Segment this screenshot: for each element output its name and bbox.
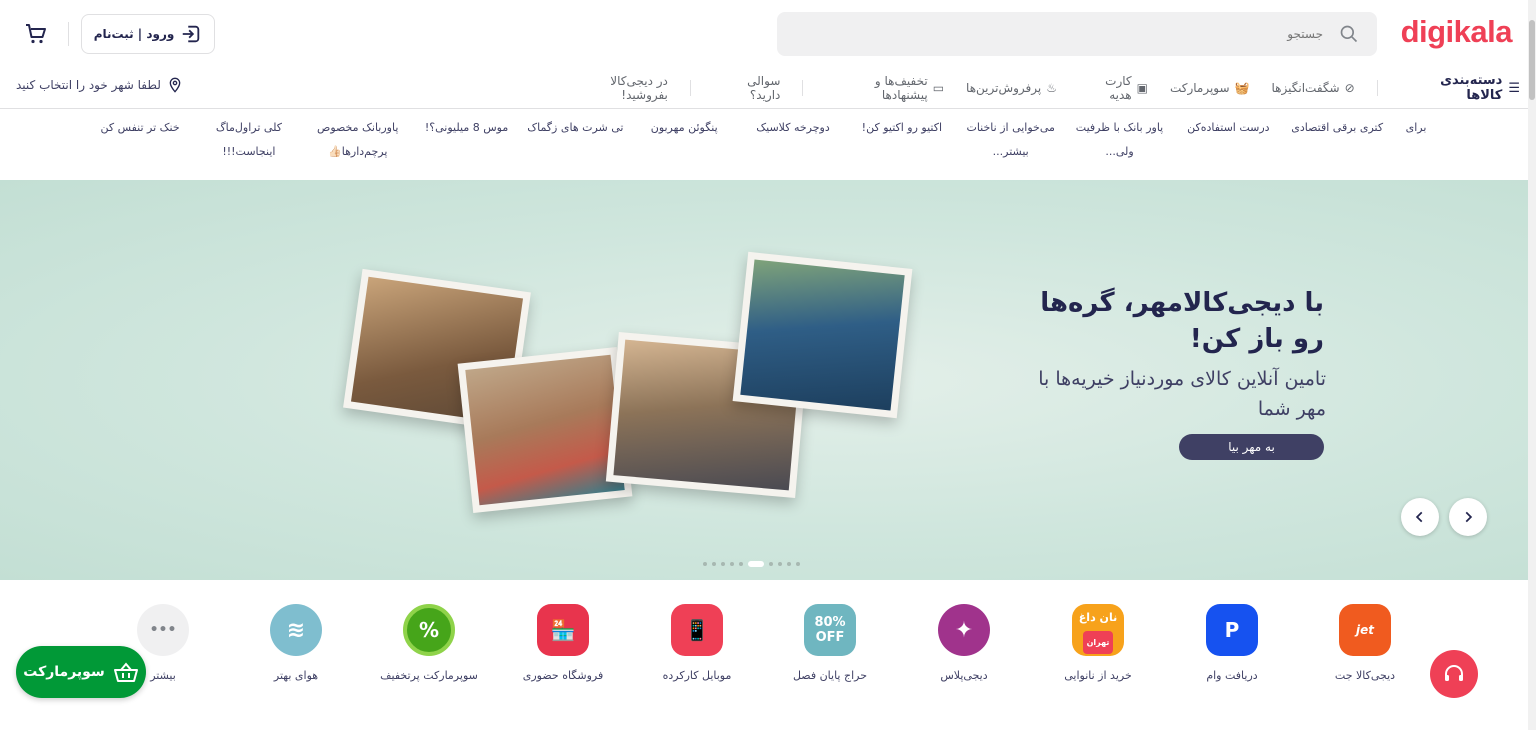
- digiplus-icon: ✦: [938, 604, 990, 656]
- carousel-dot[interactable]: [712, 562, 716, 566]
- service-loan[interactable]: P دریافت وام: [1182, 604, 1282, 687]
- stories-row: خنک تر تنفس کن کلی تراول‌ماگ اینجاست!!! …: [90, 116, 1436, 172]
- carousel-dots: [703, 561, 800, 567]
- page-scrollbar[interactable]: [1528, 0, 1536, 730]
- carousel-dot[interactable]: [730, 562, 734, 566]
- nav-divider: [802, 80, 804, 96]
- hero-subtitle: تامین آنلاین کالای موردنیاز خیریه‌ها با …: [1038, 368, 1326, 420]
- service-jet[interactable]: jet دیجی‌کالا جت: [1315, 604, 1415, 687]
- nav-divider: [1376, 80, 1378, 96]
- service-store[interactable]: 🏪 فروشگاه حضوری: [513, 604, 613, 687]
- supermarket-floating-button[interactable]: سوپرمارکت: [16, 646, 146, 698]
- menu-icon: ☰: [1508, 80, 1520, 96]
- chevron-right-icon: [1465, 511, 1473, 523]
- store-icon: 🏪: [537, 604, 589, 656]
- more-icon: •••: [137, 604, 189, 656]
- carousel-dot[interactable]: [703, 562, 707, 566]
- carousel-dot[interactable]: [778, 562, 782, 566]
- service-bakery[interactable]: نان داغ تهران خرید از نانوایی: [1048, 604, 1148, 687]
- basket-icon: [113, 662, 138, 682]
- story-item[interactable]: تی شرت های زگماک: [525, 116, 625, 172]
- nav-item-bestsellers[interactable]: ♨ پرفروش‌ترین‌ها: [966, 81, 1057, 95]
- carousel-dot[interactable]: [739, 562, 743, 566]
- service-mobile[interactable]: 📱 موبایل کارکرده: [647, 604, 747, 687]
- city-selector[interactable]: لطفا شهر خود را انتخاب کنید: [16, 76, 183, 94]
- photo-girl: [457, 347, 633, 513]
- loan-icon: P: [1206, 604, 1258, 656]
- giftcard-icon: ▣: [1136, 81, 1148, 95]
- digikala-logo[interactable]: digikala: [1401, 14, 1513, 50]
- main-nav: ☰ دسته‌بندی کالاها ⊘ شگفت‌انگیزها 🧺 سوپرما…: [560, 68, 1520, 108]
- story-item[interactable]: درست استفاده‌کن: [1178, 116, 1278, 172]
- photo-woman: [732, 251, 913, 419]
- story-item[interactable]: برای: [1396, 116, 1436, 172]
- carousel-dot-active[interactable]: [748, 561, 764, 567]
- air-icon: ≋: [270, 604, 322, 656]
- story-item[interactable]: پاوربانک مخصوص پرچم‌دارها👍🏻: [308, 116, 408, 172]
- story-item[interactable]: دوچرخه کلاسیک: [743, 116, 843, 172]
- carousel-dot[interactable]: [721, 562, 725, 566]
- story-item[interactable]: خنک تر تنفس کن: [90, 116, 190, 172]
- login-label: ورود | ثبت‌نام: [93, 27, 175, 41]
- support-button[interactable]: [1430, 650, 1478, 698]
- service-air[interactable]: ≋ هوای بهتر: [246, 604, 346, 687]
- nav-item-supermarket[interactable]: 🧺 سوپرمارکت: [1170, 81, 1250, 95]
- nav-categories[interactable]: ☰ دسته‌بندی کالاها: [1400, 73, 1520, 103]
- discount-icon: ▭: [932, 81, 945, 95]
- scrollbar-thumb[interactable]: [1529, 20, 1535, 100]
- headset-icon: [1445, 665, 1463, 681]
- story-item[interactable]: پنگوئن مهربون: [634, 116, 734, 172]
- nav-item-faq[interactable]: سوالی دارید؟: [713, 74, 780, 102]
- nav-item-giftcard[interactable]: ▣ کارت هدیه: [1079, 74, 1148, 102]
- story-item[interactable]: می‌خوایی از ناخنات بیشتر...: [961, 116, 1061, 172]
- bakery-icon: نان داغ تهران: [1072, 604, 1124, 656]
- header-divider: [68, 22, 69, 46]
- supermarket-discount-icon: %: [403, 604, 455, 656]
- nav-item-sell[interactable]: در دیجی‌کالا بفروشید!: [560, 74, 668, 102]
- carousel-dot[interactable]: [796, 562, 800, 566]
- story-item[interactable]: کتری برقی اقتصادی: [1287, 116, 1387, 172]
- sale-icon: 80% OFF: [804, 604, 856, 656]
- carousel-dot[interactable]: [787, 562, 791, 566]
- fire-icon: ♨: [1046, 81, 1057, 95]
- nav-divider-line: [0, 108, 1528, 109]
- cart-icon[interactable]: [24, 22, 48, 46]
- nav-item-amazing[interactable]: ⊘ شگفت‌انگیزها: [1272, 81, 1355, 95]
- story-item[interactable]: پاور بانک با ظرفیت ولی...: [1070, 116, 1170, 172]
- hero-title: با دیجی‌کالامهر، گره‌ها رو باز کن!: [1040, 288, 1324, 354]
- search-input[interactable]: [803, 12, 1323, 56]
- nav-divider: [689, 80, 691, 96]
- login-button[interactable]: ورود | ثبت‌نام: [81, 14, 215, 54]
- search-bar[interactable]: [777, 12, 1377, 56]
- mobile-icon: 📱: [671, 604, 723, 656]
- hero-next-button[interactable]: [1401, 498, 1439, 536]
- tehran-badge: تهران: [1082, 631, 1114, 654]
- carousel-dot[interactable]: [769, 562, 773, 566]
- basket-icon: 🧺: [1234, 81, 1250, 95]
- chevron-left-icon: [1415, 511, 1423, 523]
- story-item[interactable]: موس 8 میلیونی؟!: [417, 116, 517, 172]
- hero-banner[interactable]: با دیجی‌کالامهر، گره‌ها رو باز کن! تامین…: [0, 180, 1528, 580]
- service-sale[interactable]: 80% OFF حراج پایان فصل: [780, 604, 880, 687]
- login-icon: [183, 25, 200, 43]
- nav-item-offers[interactable]: ▭ تخفیف‌ها و پیشنهادها: [825, 74, 944, 102]
- service-digiplus[interactable]: ✦ دیجی‌پلاس: [914, 604, 1014, 687]
- hero-prev-button[interactable]: [1449, 498, 1487, 536]
- jet-icon: jet: [1339, 604, 1391, 656]
- hero-cta-button[interactable]: به مهر بیا: [1179, 434, 1324, 460]
- location-pin-icon: [169, 77, 181, 93]
- percent-icon: ⊘: [1344, 81, 1355, 95]
- story-item[interactable]: اکتیو رو اکتیو کن!: [852, 116, 952, 172]
- search-icon: [1340, 25, 1358, 43]
- service-supermarket[interactable]: % سوپرمارکت پرتخفیف: [379, 604, 479, 687]
- story-item[interactable]: کلی تراول‌ماگ اینجاست!!!: [199, 116, 299, 172]
